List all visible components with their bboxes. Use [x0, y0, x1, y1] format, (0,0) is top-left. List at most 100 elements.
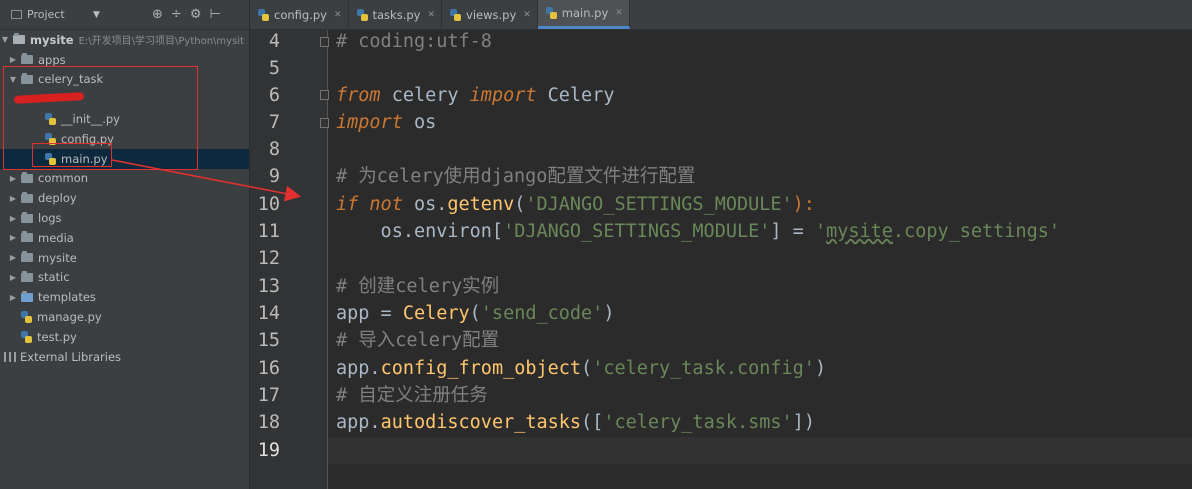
library-icon — [4, 351, 16, 362]
folder-icon — [13, 33, 25, 45]
tree-item-static[interactable]: ▶ static — [0, 268, 249, 288]
line-number: 8 — [268, 139, 280, 160]
line-number: 10 — [257, 194, 280, 215]
expand-arrow-icon[interactable]: ▶ — [8, 174, 18, 183]
tree-item-label: apps — [38, 52, 66, 67]
tab-label: views.py — [466, 7, 517, 22]
project-title[interactable]: Project — [27, 8, 65, 21]
tree-item-label: External Libraries — [20, 349, 122, 364]
tree-item-templates[interactable]: ▶ templates — [0, 287, 249, 307]
line-number: 7 — [268, 112, 280, 133]
fold-marker-icon[interactable] — [320, 37, 329, 47]
python-file-icon — [21, 311, 32, 324]
expand-arrow-icon[interactable]: ▶ — [8, 293, 18, 302]
code-line: os.environ['DJANGO_SETTINGS_MODULE'] = '… — [336, 221, 1060, 242]
code-line: # 为celery使用django配置文件进行配置 — [336, 166, 696, 187]
code-line: # 自定义注册任务 — [336, 385, 488, 406]
folder-icon — [21, 231, 33, 243]
folder-icon — [21, 211, 33, 223]
tree-item-label: test.py — [37, 329, 77, 344]
code-editor[interactable]: 4 5 6 7 8 9 10 11 12 13 14 15 16 17 18 1… — [250, 30, 1192, 489]
code-line: app.config_from_object('celery_task.conf… — [336, 358, 827, 379]
line-number: 17 — [257, 385, 280, 406]
line-number: 18 — [257, 412, 280, 433]
code-line: # 导入celery配置 — [336, 330, 500, 351]
tree-item-deploy[interactable]: ▶ deploy — [0, 188, 249, 208]
folder-icon — [21, 270, 33, 282]
project-toolbar-icons: ⊕ ÷ ⚙ ⊢ — [152, 7, 221, 22]
hide-icon[interactable]: ⊢ — [209, 7, 220, 22]
chevron-down-icon[interactable]: ▼ — [93, 10, 100, 20]
tree-item-label: static — [38, 270, 70, 285]
expand-arrow-icon[interactable]: ▶ — [8, 214, 18, 223]
line-number: 9 — [268, 166, 280, 187]
fold-marker-icon[interactable] — [320, 118, 329, 128]
tree-item-common[interactable]: ▶ common — [0, 169, 249, 189]
tree-item-manage-py[interactable]: manage.py — [0, 307, 249, 327]
line-number-gutter: 4 5 6 7 8 9 10 11 12 13 14 15 16 17 18 1… — [250, 30, 329, 489]
project-view-icon — [11, 10, 22, 19]
expand-arrow-icon[interactable]: ▼ — [0, 35, 10, 44]
collapse-icon[interactable]: ÷ — [171, 7, 182, 22]
close-icon[interactable]: ✕ — [523, 10, 531, 20]
tree-item-label: deploy — [38, 191, 77, 206]
code-line: import os — [336, 112, 437, 133]
line-number: 14 — [257, 303, 280, 324]
tree-item-label: templates — [38, 290, 96, 305]
annotation-box-main-py — [32, 143, 112, 167]
code-line: # coding:utf-8 — [336, 31, 492, 52]
code-line: # 创建celery实例 — [336, 276, 500, 297]
project-toolbar: Project ▼ ⊕ ÷ ⚙ ⊢ — [0, 0, 249, 30]
tab-views-py[interactable]: views.py ✕ — [442, 0, 538, 29]
tree-item-media[interactable]: ▶ media — [0, 228, 249, 248]
gear-icon[interactable]: ⚙ — [190, 7, 202, 22]
code-line: if not os.getenv('DJANGO_SETTINGS_MODULE… — [336, 194, 815, 215]
code-line: app.autodiscover_tasks(['celery_task.sms… — [336, 412, 815, 433]
folder-icon — [21, 171, 33, 183]
line-number-current: 19 — [257, 440, 280, 461]
code-line: app = Celery('send_code') — [336, 303, 615, 324]
expand-arrow-icon[interactable]: ▶ — [8, 233, 18, 242]
tab-main-py[interactable]: main.py ✕ — [537, 0, 630, 29]
line-number: 13 — [257, 276, 280, 297]
expand-arrow-icon[interactable]: ▶ — [8, 55, 18, 64]
tree-item-label: media — [38, 230, 74, 245]
tab-label: config.py — [274, 7, 327, 22]
folder-icon — [21, 191, 33, 203]
code-line: from celery import Celery — [336, 85, 615, 106]
python-file-icon — [545, 7, 557, 19]
tree-item-root[interactable]: ▼ mysite E:\开发项目\学习项目\Python\mysit — [0, 30, 249, 50]
python-file-icon — [356, 8, 368, 21]
tree-item-label: mysite — [30, 32, 74, 47]
tree-item-test-py[interactable]: test.py — [0, 327, 249, 347]
fold-marker-icon[interactable] — [320, 90, 329, 100]
line-number: 16 — [257, 358, 280, 379]
line-number: 12 — [257, 248, 280, 269]
line-number: 6 — [268, 85, 280, 106]
expand-arrow-icon[interactable]: ▶ — [8, 253, 18, 262]
tab-label: main.py — [561, 6, 609, 20]
python-file-icon — [21, 330, 32, 343]
tab-config-py[interactable]: config.py ✕ — [250, 0, 349, 29]
tree-item-external-libraries[interactable]: External Libraries — [0, 347, 249, 367]
tab-tasks-py[interactable]: tasks.py ✕ — [349, 0, 443, 29]
tab-label: tasks.py — [372, 7, 421, 22]
line-number: 5 — [268, 58, 280, 79]
folder-icon — [21, 290, 33, 302]
close-icon[interactable]: ✕ — [334, 10, 342, 20]
line-number: 11 — [257, 221, 280, 242]
tree-item-mysite[interactable]: ▶ mysite — [0, 248, 249, 268]
tree-item-label: logs — [38, 211, 62, 226]
expand-arrow-icon[interactable]: ▶ — [8, 194, 18, 203]
sync-icon[interactable]: ⊕ — [152, 7, 163, 22]
folder-icon — [21, 53, 33, 65]
close-icon[interactable]: ✕ — [615, 8, 623, 18]
project-path: E:\开发项目\学习项目\Python\mysit — [78, 36, 244, 48]
editor-tab-bar: config.py ✕ tasks.py ✕ views.py ✕ main.p… — [250, 0, 1192, 30]
folder-icon — [21, 251, 33, 263]
expand-arrow-icon[interactable]: ▶ — [8, 273, 18, 282]
close-icon[interactable]: ✕ — [427, 10, 435, 20]
tree-item-logs[interactable]: ▶ logs — [0, 208, 249, 228]
tree-item-label: common — [38, 171, 89, 186]
python-file-icon — [258, 8, 269, 21]
